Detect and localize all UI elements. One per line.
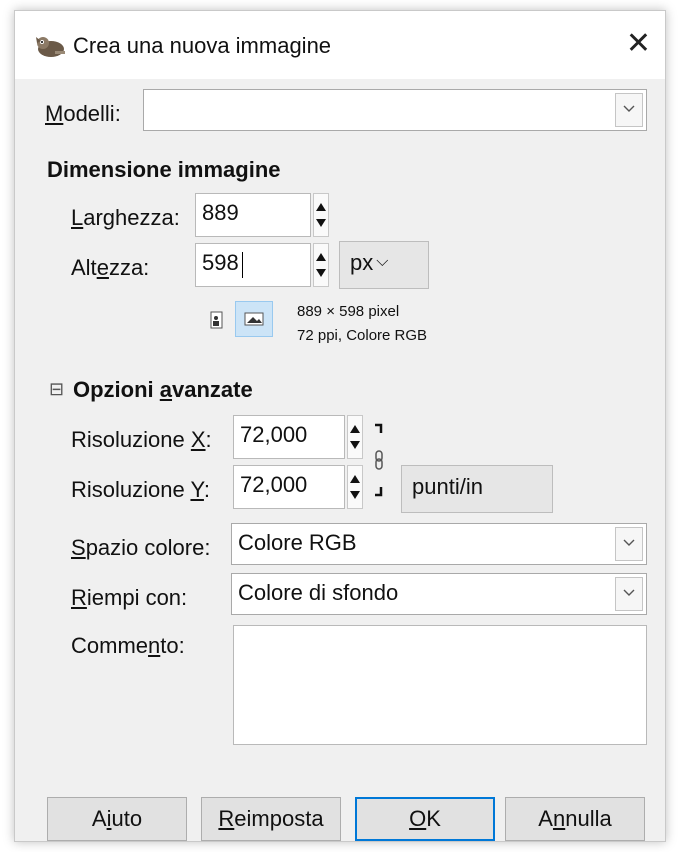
color-space-label: Spazio colore: bbox=[71, 535, 211, 560]
width-spinner[interactable] bbox=[313, 193, 329, 237]
template-combo[interactable] bbox=[143, 89, 647, 131]
help-button[interactable]: Aiuto bbox=[47, 797, 187, 841]
close-icon[interactable]: ✕ bbox=[626, 29, 651, 59]
portrait-icon bbox=[210, 311, 223, 329]
size-info-resolution: 72 ppi, Colore RGB bbox=[297, 327, 428, 344]
comment-label: Commento: bbox=[71, 633, 185, 658]
width-label: Larghezza: bbox=[71, 205, 180, 230]
fill-with-label: Riempi con: bbox=[71, 585, 188, 610]
resolution-y-spinner[interactable] bbox=[347, 465, 363, 509]
portrait-orientation-button[interactable] bbox=[203, 307, 229, 333]
landscape-orientation-button[interactable] bbox=[235, 301, 273, 337]
height-spinner[interactable] bbox=[313, 243, 329, 287]
chevron-down-icon[interactable] bbox=[615, 577, 643, 611]
cancel-button[interactable]: Annulla bbox=[505, 797, 645, 841]
reset-button[interactable]: Reimposta bbox=[201, 797, 341, 841]
advanced-options-heading[interactable]: Opzioni avanzate bbox=[73, 377, 253, 403]
comment-textarea[interactable] bbox=[233, 625, 647, 745]
title-bar: Crea una nuova immagine ✕ bbox=[15, 11, 665, 79]
size-info-pixels: 889 × 598 pixel bbox=[297, 303, 400, 320]
color-space-combo[interactable]: Colore RGB bbox=[231, 523, 647, 565]
resolution-unit-select[interactable]: punti/in bbox=[401, 465, 553, 513]
collapse-toggle-icon[interactable]: ⊟ bbox=[49, 379, 64, 400]
chevron-down-icon: ⌵ bbox=[376, 253, 389, 270]
resolution-x-input[interactable]: 72,000 bbox=[233, 415, 345, 459]
image-size-heading: Dimensione immagine bbox=[47, 157, 281, 182]
height-label: Altezza: bbox=[71, 255, 150, 280]
fill-with-combo[interactable]: Colore di sfondo bbox=[231, 573, 647, 615]
gimp-wilber-icon bbox=[36, 37, 65, 57]
text-caret bbox=[242, 252, 243, 278]
resolution-y-input[interactable]: 72,000 bbox=[233, 465, 345, 509]
chain-link-icon[interactable] bbox=[371, 421, 387, 501]
size-unit-value: px bbox=[350, 250, 374, 275]
landscape-icon bbox=[244, 312, 264, 326]
width-input[interactable]: 889 bbox=[195, 193, 311, 237]
ok-button[interactable]: OK bbox=[355, 797, 495, 841]
chevron-down-icon[interactable] bbox=[615, 93, 643, 127]
template-label: Modelli: bbox=[45, 101, 121, 126]
resolution-y-label: Risoluzione Y: bbox=[71, 477, 211, 502]
resolution-x-label: Risoluzione X: bbox=[71, 427, 212, 452]
chevron-down-icon[interactable] bbox=[615, 527, 643, 561]
new-image-dialog: Crea una nuova immagine ✕ Modelli: Dimen… bbox=[14, 10, 666, 842]
window-title: Crea una nuova immagine bbox=[73, 33, 332, 58]
size-unit-select[interactable]: px ⌵ bbox=[339, 241, 429, 289]
resolution-x-spinner[interactable] bbox=[347, 415, 363, 459]
height-input[interactable]: 598 bbox=[195, 243, 311, 287]
